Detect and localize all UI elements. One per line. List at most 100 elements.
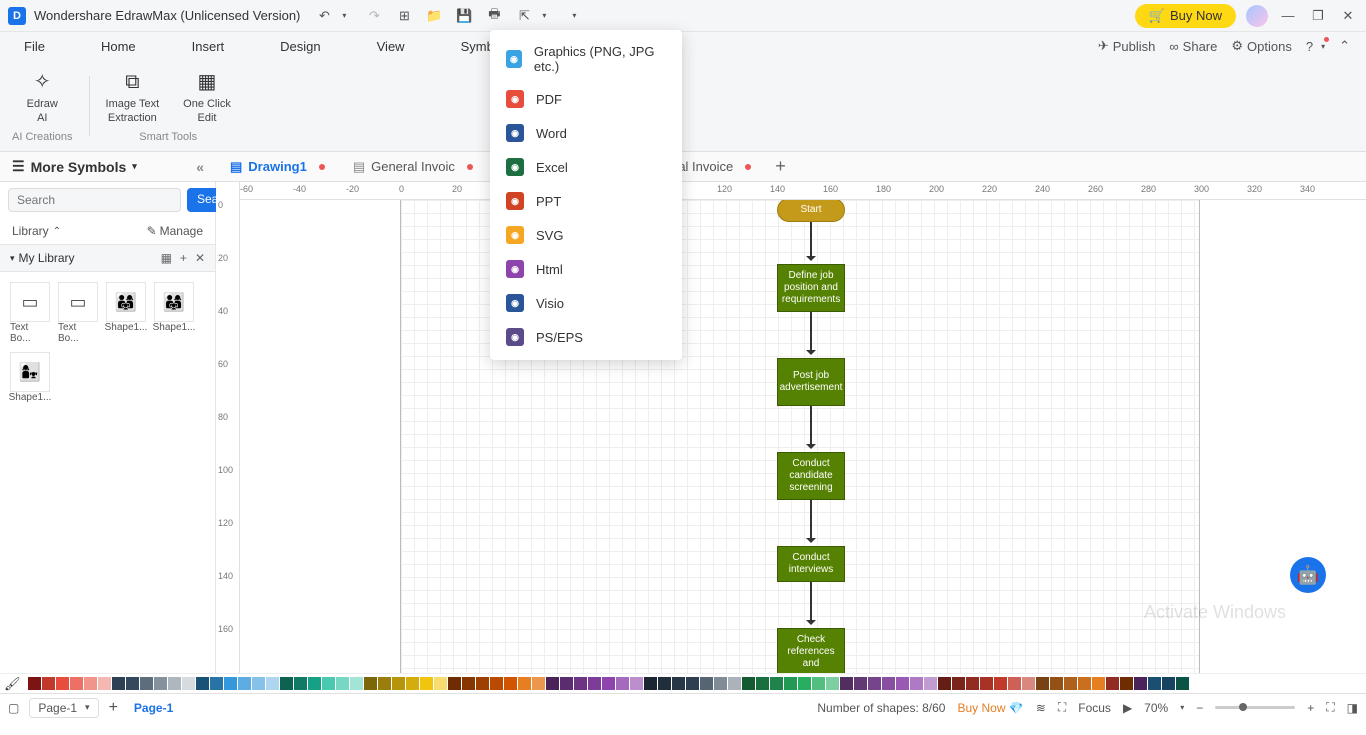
color-swatch[interactable]	[350, 677, 363, 690]
color-swatch[interactable]	[980, 677, 993, 690]
color-swatch[interactable]	[868, 677, 881, 690]
fit-icon[interactable]: ⛶	[1058, 700, 1066, 715]
color-swatch[interactable]	[994, 677, 1007, 690]
canvas[interactable]: Start Define job position and requiremen…	[240, 200, 1366, 673]
image-text-extraction-button[interactable]: ⧉ Image Text Extraction	[106, 68, 160, 124]
export-dropdown-icon[interactable]: ▾	[536, 8, 552, 24]
color-swatch[interactable]	[602, 677, 615, 690]
color-swatch[interactable]	[756, 677, 769, 690]
connector[interactable]	[810, 500, 812, 542]
buy-now-link[interactable]: Buy Now 💎	[957, 701, 1023, 715]
shape-library-item[interactable]: 👨‍👩‍👧Shape1...	[106, 282, 146, 344]
color-swatch[interactable]	[770, 677, 783, 690]
expand-icon[interactable]: ⌃	[53, 226, 61, 237]
menu-design[interactable]: Design	[272, 35, 328, 58]
color-swatch[interactable]	[392, 677, 405, 690]
connector[interactable]	[810, 582, 812, 624]
page-selector[interactable]: Page-1 ▾	[29, 698, 98, 718]
color-swatch[interactable]	[224, 677, 237, 690]
zoom-thumb[interactable]	[1239, 703, 1247, 711]
print-icon[interactable]: 🖶	[486, 8, 502, 24]
color-swatch[interactable]	[1176, 677, 1189, 690]
add-page-button[interactable]: +	[109, 699, 118, 717]
export-menu-item[interactable]: ◉Word	[490, 116, 682, 150]
export-menu-item[interactable]: ◉Excel	[490, 150, 682, 184]
color-swatch[interactable]	[1148, 677, 1161, 690]
document-tab[interactable]: ▤General Invoic	[339, 152, 487, 182]
edraw-ai-button[interactable]: ✧ Edraw AI	[27, 68, 58, 124]
color-swatch[interactable]	[700, 677, 713, 690]
fullscreen-icon[interactable]: ⛶	[1326, 700, 1334, 715]
options-button[interactable]: ⚙Options	[1231, 38, 1291, 54]
color-swatch[interactable]	[574, 677, 587, 690]
color-swatch[interactable]	[1162, 677, 1175, 690]
fill-tool-icon[interactable]: 🖌	[4, 676, 21, 692]
page-tab[interactable]: Page-1	[128, 701, 179, 715]
menu-file[interactable]: File	[16, 35, 53, 58]
page-layout-icon[interactable]: ▢	[8, 701, 19, 715]
color-swatch[interactable]	[70, 677, 83, 690]
color-swatch[interactable]	[672, 677, 685, 690]
undo-icon[interactable]: ↶	[316, 8, 332, 24]
flowchart-process-node[interactable]: Conduct interviews	[777, 546, 845, 582]
redo-icon[interactable]: ↷	[366, 8, 382, 24]
connector[interactable]	[810, 312, 812, 354]
color-swatch[interactable]	[588, 677, 601, 690]
flowchart-process-node[interactable]: Conduct candidate screening	[777, 452, 845, 500]
color-swatch[interactable]	[896, 677, 909, 690]
color-swatch[interactable]	[658, 677, 671, 690]
flowchart-process-node[interactable]: Check references and	[777, 628, 845, 673]
color-swatch[interactable]	[714, 677, 727, 690]
color-swatch[interactable]	[490, 677, 503, 690]
color-swatch[interactable]	[784, 677, 797, 690]
color-swatch[interactable]	[826, 677, 839, 690]
color-swatch[interactable]	[280, 677, 293, 690]
shape-library-item[interactable]: ▭Text Bo...	[10, 282, 50, 344]
manage-button[interactable]: ✎Manage	[147, 224, 203, 238]
new-icon[interactable]: ⊞	[396, 8, 412, 24]
color-swatch[interactable]	[854, 677, 867, 690]
zoom-out-button[interactable]: −	[1196, 701, 1203, 715]
color-swatch[interactable]	[546, 677, 559, 690]
color-swatch[interactable]	[686, 677, 699, 690]
color-swatch[interactable]	[42, 677, 55, 690]
publish-button[interactable]: ✈Publish	[1098, 38, 1156, 54]
color-swatch[interactable]	[196, 677, 209, 690]
one-click-edit-button[interactable]: ▦ One Click Edit	[183, 68, 231, 124]
maximize-button[interactable]: ❐	[1308, 6, 1328, 26]
zoom-level[interactable]: 70%	[1144, 701, 1168, 715]
new-tab-button[interactable]: +	[765, 156, 796, 177]
color-swatch[interactable]	[154, 677, 167, 690]
more-dropdown-icon[interactable]: ▾	[566, 8, 582, 24]
color-swatch[interactable]	[448, 677, 461, 690]
color-swatch[interactable]	[84, 677, 97, 690]
color-swatch[interactable]	[238, 677, 251, 690]
panel-toggle-icon[interactable]: ◨	[1347, 701, 1358, 715]
color-swatch[interactable]	[742, 677, 755, 690]
color-swatch[interactable]	[798, 677, 811, 690]
flowchart-process-node[interactable]: Post job advertisement	[777, 358, 845, 406]
chat-fab-button[interactable]: 🤖	[1290, 557, 1326, 593]
color-swatch[interactable]	[140, 677, 153, 690]
share-button[interactable]: ∞Share	[1169, 39, 1217, 54]
color-swatch[interactable]	[560, 677, 573, 690]
menu-view[interactable]: View	[369, 35, 413, 58]
color-swatch[interactable]	[1022, 677, 1035, 690]
export-menu-item[interactable]: ◉Visio	[490, 286, 682, 320]
color-swatch[interactable]	[1134, 677, 1147, 690]
color-swatch[interactable]	[952, 677, 965, 690]
layers-icon[interactable]: ≋	[1036, 701, 1046, 715]
color-swatch[interactable]	[532, 677, 545, 690]
export-menu-item[interactable]: ◉PDF	[490, 82, 682, 116]
collapse-sidebar-icon[interactable]: «	[196, 159, 204, 175]
buy-now-button[interactable]: 🛒Buy Now	[1135, 4, 1236, 28]
search-input[interactable]	[8, 188, 181, 212]
color-swatch[interactable]	[308, 677, 321, 690]
color-swatch[interactable]	[728, 677, 741, 690]
color-swatch[interactable]	[336, 677, 349, 690]
zoom-in-button[interactable]: +	[1307, 701, 1314, 715]
shape-library-item[interactable]: ▭Text Bo...	[58, 282, 98, 344]
color-swatch[interactable]	[910, 677, 923, 690]
color-swatch[interactable]	[28, 677, 41, 690]
dropdown-icon[interactable]: ▾	[132, 161, 137, 172]
